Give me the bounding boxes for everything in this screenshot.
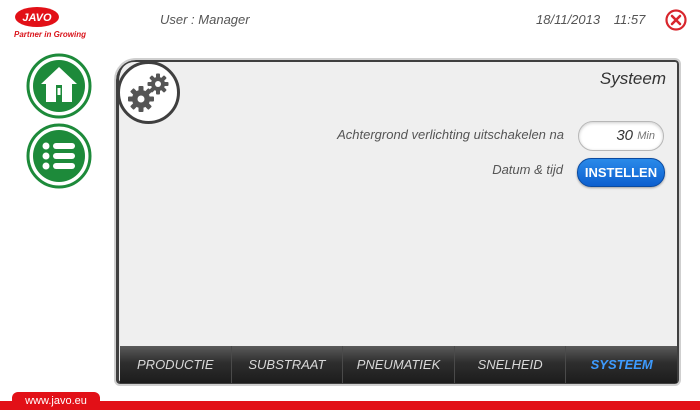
datetime-label: Datum & tijd: [492, 162, 563, 177]
header-time: 11:57: [613, 12, 646, 27]
tab-productie[interactable]: PRODUCTIE: [120, 346, 232, 383]
backlight-timeout-value: 30: [616, 127, 633, 144]
home-button[interactable]: [26, 53, 92, 119]
user-label: User : Manager: [160, 12, 250, 27]
settings-panel-content: [120, 62, 677, 354]
tab-systeem[interactable]: SYSTEEM: [566, 346, 677, 383]
tab-snelheid[interactable]: SNELHEID: [455, 346, 567, 383]
tab-pneumatiek[interactable]: PNEUMATIEK: [343, 346, 455, 383]
javo-logo-badge: JAVO: [15, 7, 59, 27]
javo-logo: JAVO Partner in Growing: [12, 6, 120, 44]
list-menu-icon: [42, 142, 75, 170]
footer-bar: [0, 401, 700, 410]
header-datetime: 18/11/2013 11:57: [536, 12, 645, 27]
logo-slogan: Partner in Growing: [14, 30, 87, 39]
tab-bar: PRODUCTIE SUBSTRAAT PNEUMATIEK SNELHEID …: [120, 346, 677, 383]
set-datetime-button[interactable]: INSTELLEN: [577, 158, 665, 187]
menu-button[interactable]: [26, 123, 92, 189]
backlight-timeout-input[interactable]: 30 Min: [578, 121, 664, 151]
backlight-timeout-unit: Min: [637, 130, 655, 142]
gears-icon: [117, 61, 180, 124]
tab-substraat[interactable]: SUBSTRAAT: [232, 346, 344, 383]
logo-brand-name: JAVO: [22, 12, 52, 24]
page-title: Systeem: [599, 69, 666, 88]
header-date: 18/11/2013: [536, 12, 601, 27]
website-url: www.javo.eu: [12, 392, 100, 410]
close-icon[interactable]: [665, 9, 687, 31]
backlight-timeout-label: Achtergrond verlichting uitschakelen na: [337, 127, 564, 142]
